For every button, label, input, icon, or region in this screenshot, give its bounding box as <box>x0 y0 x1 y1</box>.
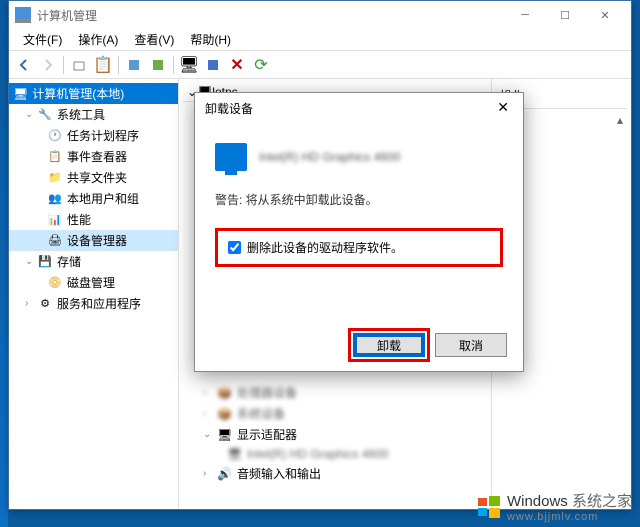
folder-icon: 📁 <box>47 170 63 186</box>
expand-icon: ⌄ <box>25 256 37 267</box>
tree-label: 任务计划程序 <box>67 127 139 144</box>
expand-icon: ⌄ <box>25 109 37 120</box>
up-button[interactable] <box>68 54 90 76</box>
tree-item-disk-mgmt[interactable]: 📀 磁盘管理 <box>9 272 178 293</box>
tree-item-local-users[interactable]: 👥 本地用户和组 <box>9 188 178 209</box>
tree-group-services[interactable]: › ⚙ 服务和应用程序 <box>9 293 178 314</box>
menu-file[interactable]: 文件(F) <box>15 29 70 50</box>
device-category[interactable]: ›📦系统设备 <box>183 403 487 424</box>
uninstall-button[interactable]: 卸载 <box>353 333 425 357</box>
disk-icon: 📀 <box>47 275 63 291</box>
device-graphics[interactable]: 🖥Intel(R) HD Graphics 4600 <box>183 445 487 463</box>
tree-label: 系统工具 <box>57 106 105 123</box>
tree-item-performance[interactable]: 📊 性能 <box>9 209 178 230</box>
uninstall-dialog: 卸载设备 ✕ Intel(R) HD Graphics 4600 警告: 将从系… <box>194 92 524 372</box>
tree-label: 磁盘管理 <box>67 274 115 291</box>
tree-label: 性能 <box>67 211 91 228</box>
dialog-device-row: Intel(R) HD Graphics 4600 <box>215 143 503 171</box>
menu-view[interactable]: 查看(V) <box>126 29 182 50</box>
app-icon <box>15 7 31 23</box>
tree-label: 设备管理器 <box>67 232 127 249</box>
device-category[interactable]: ›📦处理器设备 <box>183 382 487 403</box>
tb-icon-3[interactable] <box>147 54 169 76</box>
tree-label: 共享文件夹 <box>67 169 127 186</box>
users-icon: 👥 <box>47 191 63 207</box>
tb-icon-1[interactable]: 📋 <box>92 54 114 76</box>
tree-label: 服务和应用程序 <box>57 295 141 312</box>
menubar: 文件(F) 操作(A) 查看(V) 帮助(H) <box>9 29 631 51</box>
tree-item-shared-folders[interactable]: 📁 共享文件夹 <box>9 167 178 188</box>
services-icon: ⚙ <box>37 296 53 312</box>
close-button[interactable]: ✕ <box>585 3 625 27</box>
titlebar: 计算机管理 ─ ☐ ✕ <box>9 1 631 29</box>
storage-icon: 💾 <box>37 254 53 270</box>
perf-icon: 📊 <box>47 212 63 228</box>
window-title: 计算机管理 <box>37 7 505 24</box>
event-icon: 📋 <box>47 149 63 165</box>
tb-icon-2[interactable] <box>123 54 145 76</box>
tree-group-storage[interactable]: ⌄ 💾 存储 <box>9 251 178 272</box>
dialog-title: 卸载设备 ✕ <box>195 93 523 123</box>
watermark: Windows 系统之家 www.bjjmlv.com <box>477 490 632 523</box>
tree-item-device-manager[interactable]: 🖨 设备管理器 <box>9 230 178 251</box>
expand-icon: › <box>25 298 37 309</box>
dialog-close-button[interactable]: ✕ <box>489 97 517 118</box>
minimize-button[interactable]: ─ <box>505 3 545 27</box>
maximize-button[interactable]: ☐ <box>545 3 585 27</box>
wrench-icon: 🔧 <box>37 107 53 123</box>
device-icon: 🖨 <box>47 233 63 249</box>
back-button[interactable] <box>13 54 35 76</box>
monitor-icon <box>215 143 247 171</box>
tree-label: 事件查看器 <box>67 148 127 165</box>
menu-help[interactable]: 帮助(H) <box>182 29 239 50</box>
delete-driver-checkbox[interactable] <box>228 241 241 254</box>
tree-item-task-scheduler[interactable]: 🕐 任务计划程序 <box>9 125 178 146</box>
device-display-adapters[interactable]: ⌄🖥显示适配器 <box>183 424 487 445</box>
tree-item-event-viewer[interactable]: 📋 事件查看器 <box>9 146 178 167</box>
forward-button[interactable] <box>37 54 59 76</box>
tree-root[interactable]: 🖥 计算机管理(本地) <box>9 83 178 104</box>
dialog-warning: 警告: 将从系统中卸载此设备。 <box>215 191 503 208</box>
clock-icon: 🕐 <box>47 128 63 144</box>
device-audio[interactable]: ›🔊音频输入和输出 <box>183 463 487 484</box>
tree-label: 本地用户和组 <box>67 190 139 207</box>
tree-group-system-tools[interactable]: ⌄ 🔧 系统工具 <box>9 104 178 125</box>
scroll-indicator: ▴ <box>617 113 623 127</box>
computer-icon: 🖥 <box>13 87 28 101</box>
dialog-checkbox-row: 删除此设备的驱动程序软件。 <box>215 228 503 267</box>
menu-action[interactable]: 操作(A) <box>70 29 126 50</box>
tree-root-label: 计算机管理(本地) <box>32 85 124 102</box>
tree-label: 存储 <box>57 253 81 270</box>
tb-icon-5[interactable] <box>202 54 224 76</box>
tb-refresh-button[interactable]: ⟳ <box>250 54 272 76</box>
checkbox-label: 删除此设备的驱动程序软件。 <box>247 239 403 256</box>
tb-delete-button[interactable]: ✕ <box>226 54 248 76</box>
dialog-device-name: Intel(R) HD Graphics 4600 <box>259 150 400 164</box>
tb-icon-4[interactable]: 🖥 <box>178 54 200 76</box>
tree-panel: 🖥 计算机管理(本地) ⌄ 🔧 系统工具 🕐 任务计划程序 📋 事件查看器 📁 … <box>9 79 179 509</box>
cancel-button[interactable]: 取消 <box>435 333 507 357</box>
windows-logo-icon <box>477 495 501 519</box>
toolbar: 📋 🖥 ✕ ⟳ <box>9 51 631 79</box>
